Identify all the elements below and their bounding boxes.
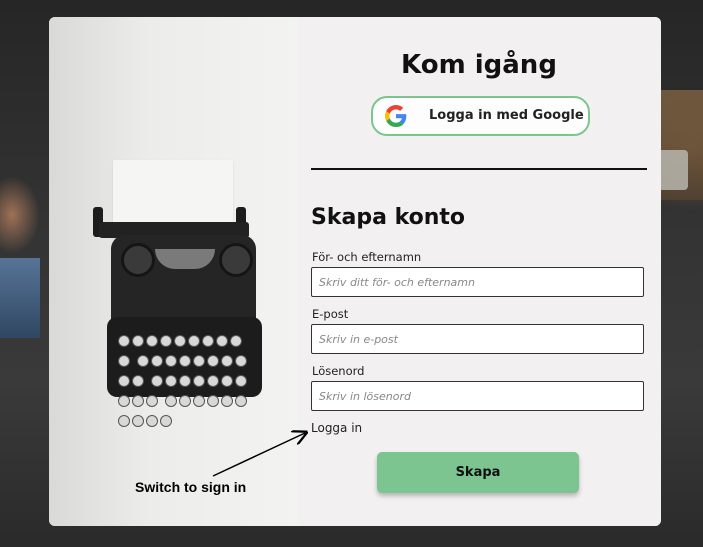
email-field[interactable] — [311, 324, 644, 354]
typewriter-image — [49, 17, 297, 526]
background-chair — [658, 150, 688, 190]
create-account-button[interactable]: Skapa — [377, 452, 579, 493]
divider — [311, 168, 647, 170]
google-g-icon — [385, 105, 407, 127]
password-field[interactable] — [311, 381, 644, 411]
google-signin-button[interactable]: Logga in med Google — [371, 96, 590, 136]
login-link[interactable]: Logga in — [311, 421, 362, 435]
signup-panel: Kom igång Logga in med Google Skapa kont… — [297, 17, 661, 526]
email-label: E-post — [312, 307, 349, 321]
name-label: För- och efternamn — [312, 250, 422, 264]
page-title: Kom igång — [401, 50, 557, 80]
create-account-heading: Skapa konto — [311, 205, 466, 230]
annotation-label: Switch to sign in — [135, 479, 247, 495]
background-monitor — [0, 258, 40, 338]
signup-card: Kom igång Logga in med Google Skapa kont… — [49, 17, 661, 526]
google-signin-label: Logga in med Google — [429, 108, 584, 123]
password-label: Lösenord — [312, 364, 365, 378]
name-field[interactable] — [311, 267, 644, 297]
